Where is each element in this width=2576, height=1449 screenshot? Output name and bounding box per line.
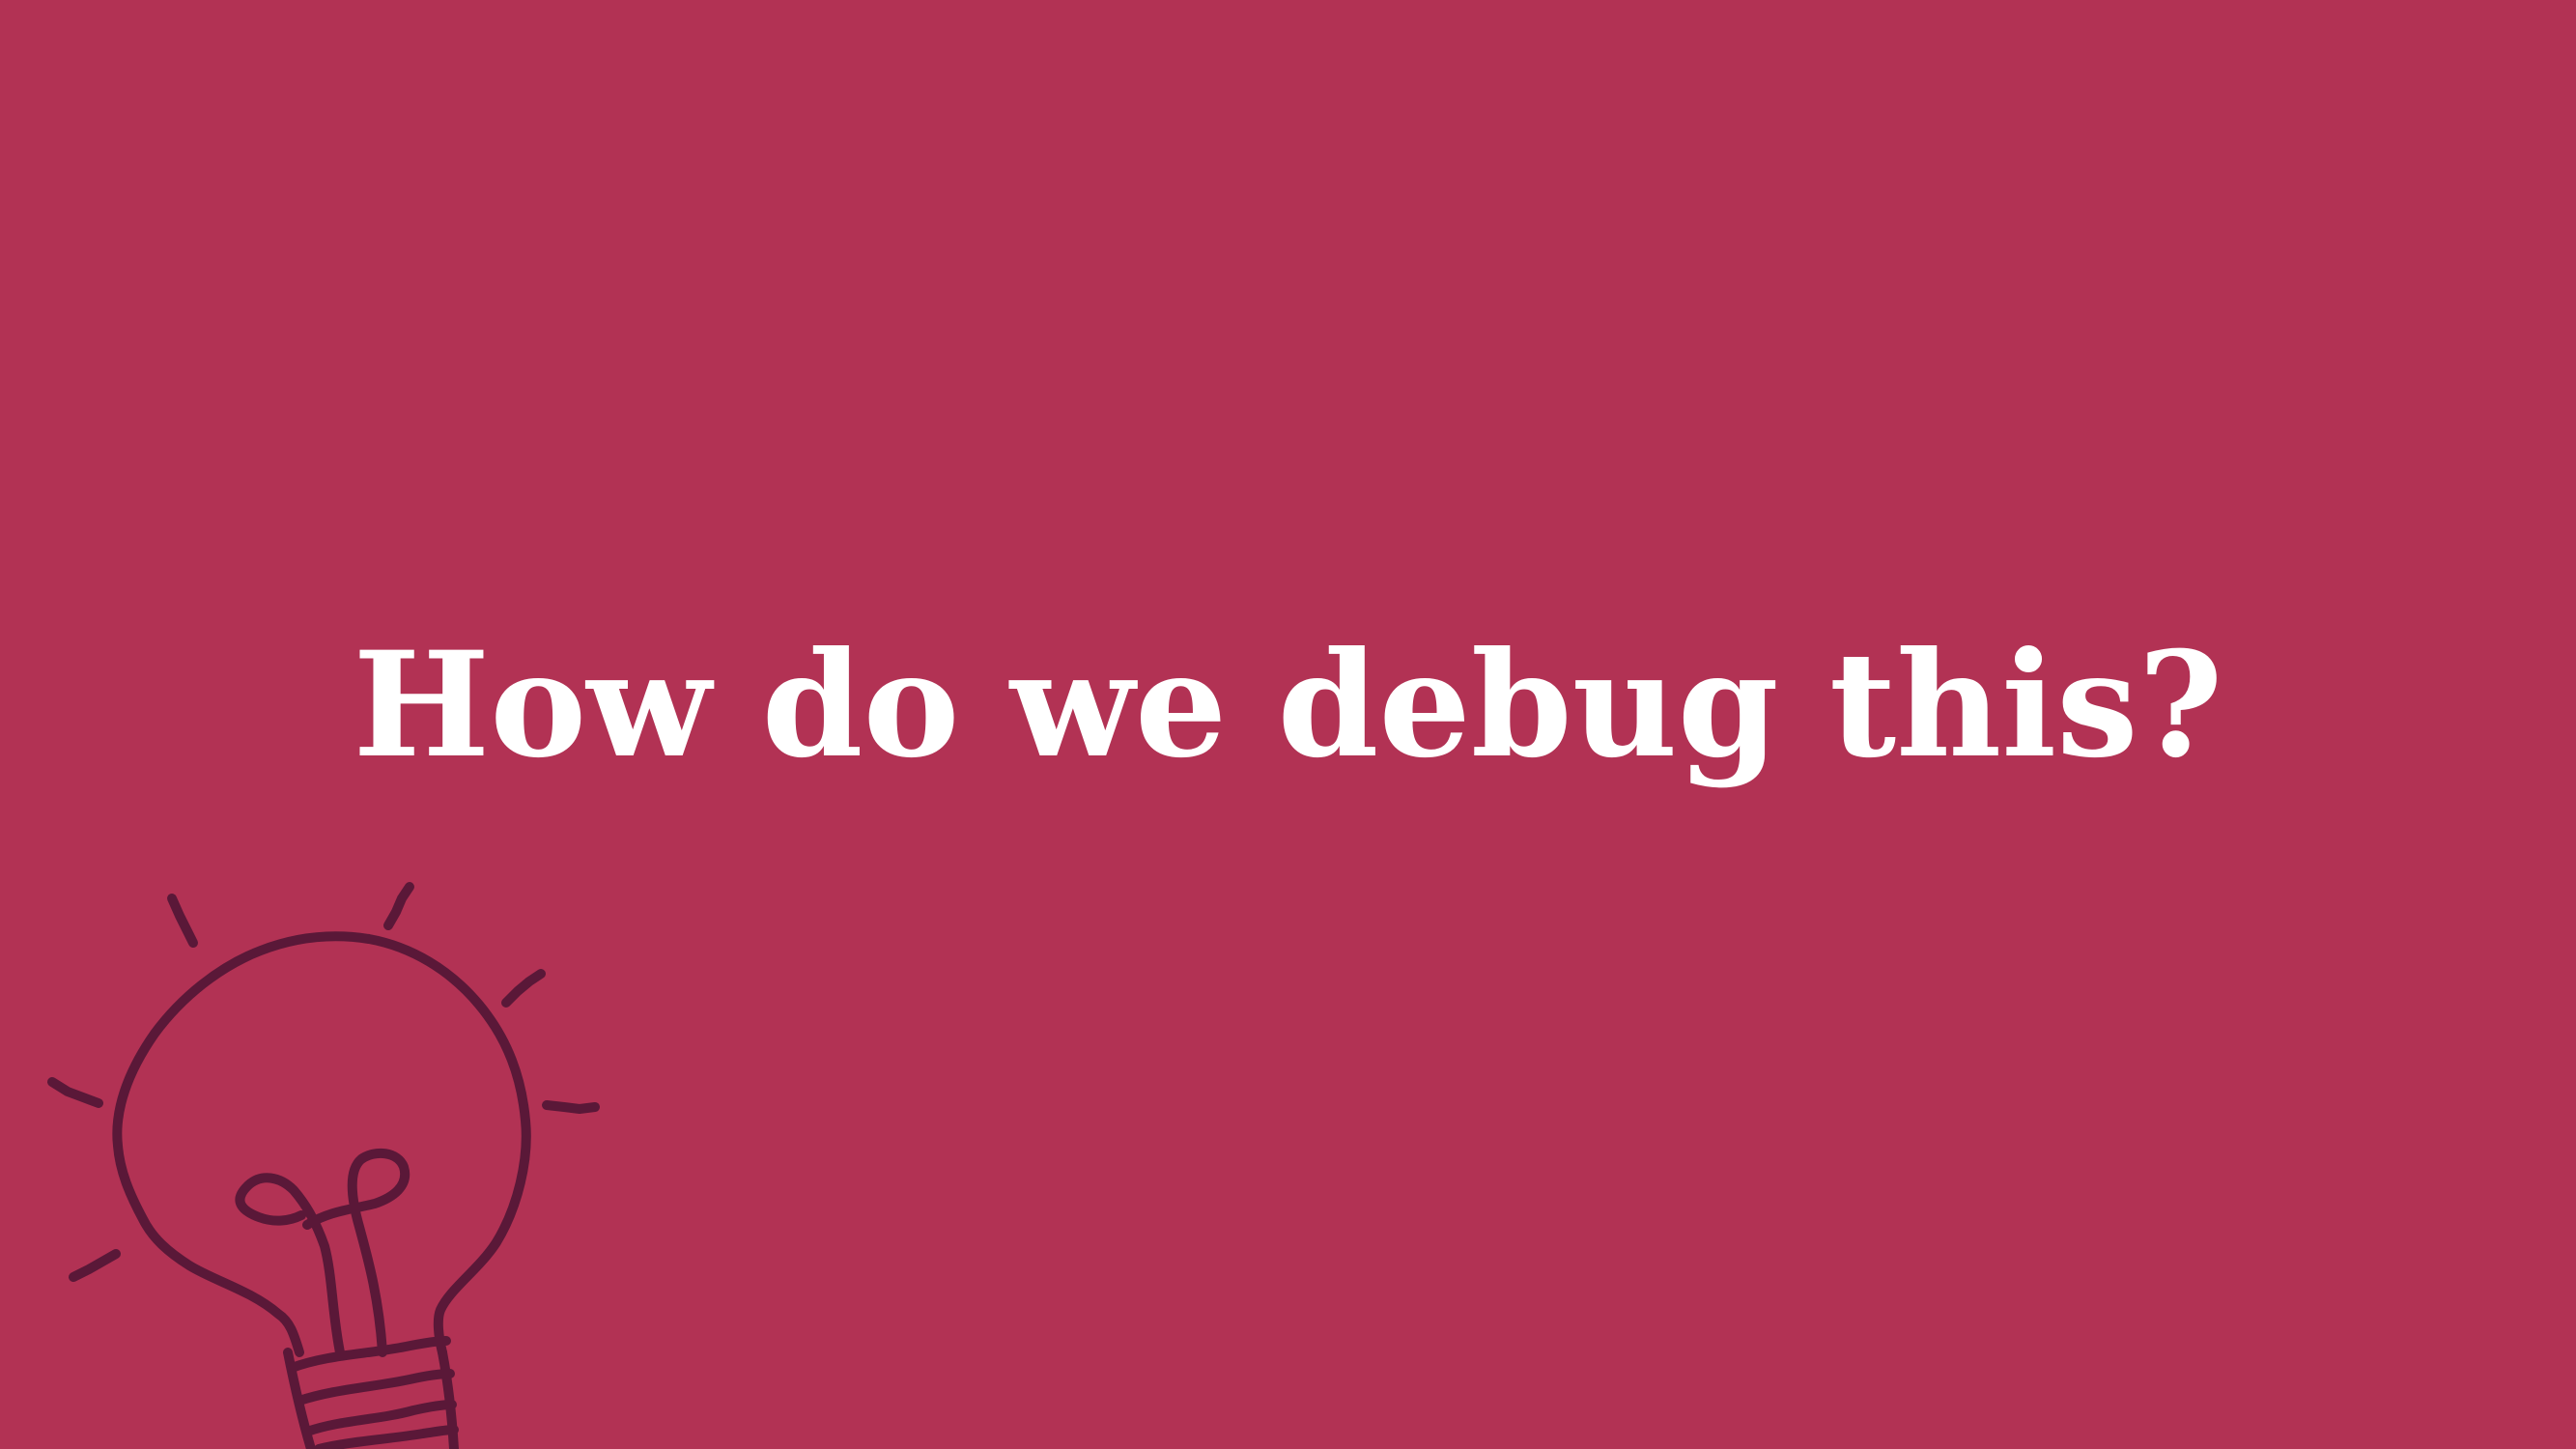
ray-top-right bbox=[383, 882, 414, 930]
bulb-base-thread-4 bbox=[314, 1425, 459, 1449]
ray-top-left bbox=[167, 894, 198, 948]
ray-left bbox=[47, 1077, 103, 1108]
lightbulb-drawing bbox=[47, 882, 600, 1449]
slide: How do we debug this? bbox=[0, 0, 2576, 1449]
ray-right-upper bbox=[501, 969, 546, 1008]
bulb-base-thread-2 bbox=[295, 1369, 455, 1406]
ray-bottom-left bbox=[69, 1249, 121, 1282]
lightbulb-icon bbox=[47, 882, 600, 1449]
slide-title: How do we debug this? bbox=[353, 620, 2223, 790]
bulb-base-thread-1 bbox=[287, 1336, 451, 1373]
ray-right bbox=[542, 1100, 600, 1114]
bulb-base-thread-3 bbox=[302, 1400, 457, 1436]
bulb-outline bbox=[112, 931, 531, 1357]
